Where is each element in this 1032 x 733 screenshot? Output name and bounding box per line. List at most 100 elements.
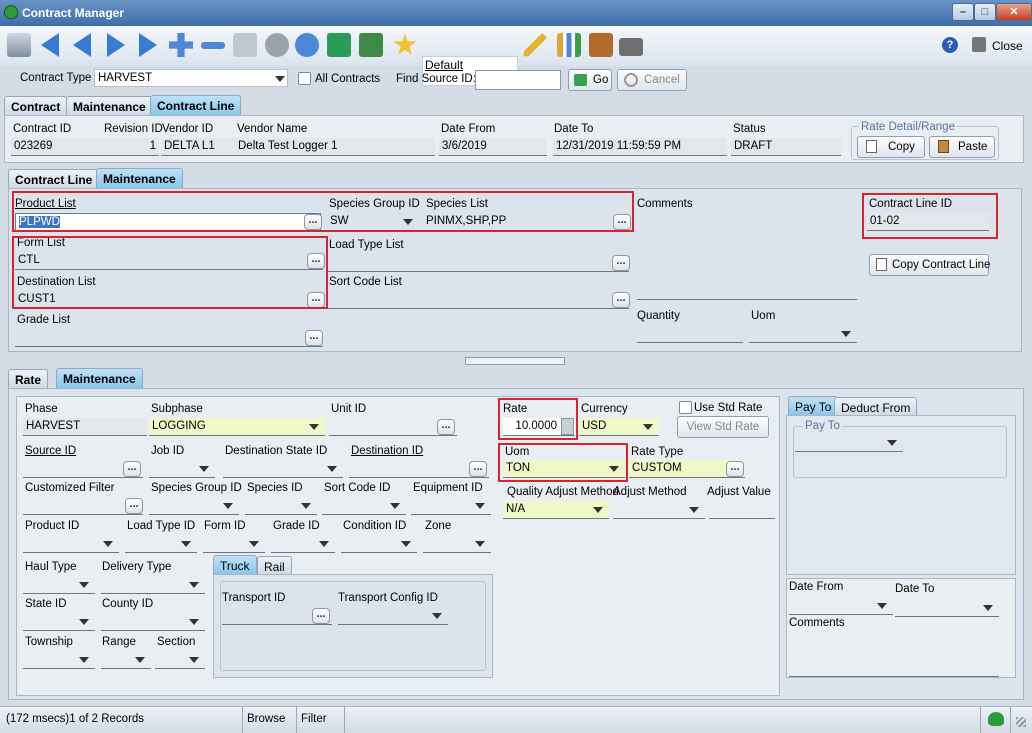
uom-select[interactable]: TON — [503, 460, 625, 478]
date-to-field[interactable]: 12/31/2019 11:59:59 PM — [553, 138, 727, 156]
tab-contract-line[interactable]: Contract Line — [150, 95, 242, 116]
rate-species-group-select[interactable] — [149, 497, 239, 515]
equipment-id-select[interactable] — [411, 497, 491, 515]
contract-id-field[interactable]: 023269 — [11, 138, 105, 156]
use-std-rate-checkbox[interactable] — [679, 401, 692, 414]
first-record-icon[interactable] — [36, 30, 66, 60]
adjust-value-field[interactable] — [709, 501, 775, 519]
close-window-button[interactable]: ✕ — [996, 3, 1032, 21]
line-uom-select[interactable] — [749, 325, 857, 343]
tab-maintenance[interactable]: Maintenance — [66, 96, 153, 116]
transport-id-ellipsis-button[interactable]: ... — [312, 608, 330, 624]
resize-grip-icon[interactable] — [1016, 717, 1026, 727]
pay-date-from-select[interactable] — [789, 597, 893, 615]
tab-rate-maintenance[interactable]: Maintenance — [56, 368, 143, 389]
camera-icon[interactable] — [616, 30, 646, 60]
dest-state-select[interactable] — [223, 460, 343, 478]
quantity-field[interactable] — [637, 325, 743, 343]
county-id-select[interactable] — [101, 613, 205, 631]
adjust-method-select[interactable] — [613, 501, 705, 519]
paste-button[interactable]: Paste — [929, 136, 995, 158]
destination-id-field[interactable] — [349, 460, 489, 478]
unit-id-ellipsis-button[interactable]: ... — [437, 419, 455, 435]
grade-list-field[interactable] — [15, 329, 323, 347]
pay-comments-field[interactable] — [789, 676, 999, 677]
report-chart-icon[interactable] — [554, 30, 584, 60]
date-from-field[interactable]: 3/6/2019 — [439, 138, 547, 156]
tab-contract[interactable]: Contract — [4, 96, 68, 116]
grade-list-ellipsis-button[interactable]: ... — [305, 330, 323, 346]
phase-field[interactable]: HARVEST — [23, 418, 147, 436]
view-std-rate-button[interactable]: View Std Rate — [677, 416, 769, 438]
contract-line-id-field[interactable]: 01-02 — [867, 213, 989, 231]
splitter-handle[interactable] — [465, 357, 565, 365]
next-record-icon[interactable] — [100, 30, 130, 60]
form-id-select[interactable] — [203, 535, 265, 553]
destination-list-ellipsis-button[interactable]: ... — [307, 292, 325, 308]
currency-select[interactable]: USD — [579, 418, 659, 436]
minimize-button[interactable]: – — [952, 3, 974, 21]
comments-underline[interactable] — [637, 299, 857, 300]
save-check-icon[interactable] — [230, 30, 260, 60]
maximize-button[interactable]: □ — [974, 3, 996, 21]
copy-button[interactable]: Copy — [857, 136, 925, 158]
haul-type-select[interactable] — [23, 576, 95, 594]
favorite-star-icon[interactable] — [390, 30, 420, 60]
species-list-field[interactable]: PINMX,SHP,PP — [423, 213, 631, 231]
quality-adjust-select[interactable]: N/A — [503, 501, 609, 519]
grade-id-select[interactable] — [271, 535, 335, 553]
go-button[interactable]: Go — [568, 69, 612, 91]
help-icon[interactable]: ? — [942, 37, 958, 53]
destination-id-ellipsis-button[interactable]: ... — [469, 461, 487, 477]
product-id-select[interactable] — [23, 535, 119, 553]
species-group-select[interactable]: SW — [327, 213, 419, 231]
sort-code-id-select[interactable] — [322, 497, 406, 515]
vendor-name-field[interactable]: Delta Test Logger 1 — [235, 138, 435, 156]
copy-contract-line-button[interactable]: Copy Contract Line — [869, 254, 990, 276]
vendor-id-field[interactable]: DELTA L1 — [161, 138, 235, 156]
product-list-field[interactable]: PLPWD — [15, 213, 321, 231]
find-source-input[interactable] — [475, 70, 561, 90]
pay-to-select[interactable] — [795, 434, 903, 452]
source-id-ellipsis-button[interactable]: ... — [123, 461, 141, 477]
subphase-select[interactable]: LOGGING — [149, 418, 325, 436]
tab-line-maintenance[interactable]: Maintenance — [96, 168, 183, 189]
job-id-select[interactable] — [149, 460, 215, 478]
sort-code-field[interactable] — [327, 291, 629, 309]
last-record-icon[interactable] — [132, 30, 162, 60]
species-list-ellipsis-button[interactable]: ... — [613, 214, 631, 230]
species-id-select[interactable] — [245, 497, 317, 515]
export-icon[interactable] — [324, 30, 354, 60]
transport-config-select[interactable] — [338, 607, 448, 625]
all-contracts-checkbox[interactable] — [298, 72, 311, 85]
load-type-ellipsis-button[interactable]: ... — [612, 255, 630, 271]
tab-truck[interactable]: Truck — [213, 555, 257, 575]
tab-deduct-from[interactable]: Deduct From — [834, 397, 918, 416]
destination-list-field[interactable]: CUST1 — [15, 291, 323, 309]
contract-type-select[interactable]: HARVEST — [94, 69, 288, 87]
exit-door-icon[interactable] — [972, 37, 986, 52]
close-label[interactable]: Close — [992, 39, 1023, 53]
range-select[interactable] — [101, 651, 151, 669]
add-record-icon[interactable] — [166, 30, 196, 60]
tab-pay-to[interactable]: Pay To — [788, 396, 839, 416]
section-select[interactable] — [155, 651, 205, 669]
delete-record-icon[interactable] — [198, 30, 228, 60]
refresh-icon[interactable] — [292, 30, 322, 60]
form-list-ellipsis-button[interactable]: ... — [307, 253, 325, 269]
state-id-select[interactable] — [23, 613, 95, 631]
tab-rail[interactable]: Rail — [257, 556, 292, 575]
product-list-ellipsis-button[interactable]: ... — [304, 214, 322, 230]
condition-id-select[interactable] — [341, 535, 417, 553]
zone-select[interactable] — [423, 535, 491, 553]
status-field[interactable]: DRAFT — [731, 138, 841, 156]
delivery-type-select[interactable] — [101, 576, 205, 594]
rate-spinner-icon[interactable] — [561, 418, 574, 435]
revision-id-field[interactable]: 1 — [103, 138, 159, 156]
load-type-field[interactable] — [327, 254, 629, 272]
briefcase-icon[interactable] — [586, 30, 616, 60]
pay-date-to-select[interactable] — [895, 599, 999, 617]
cancel-button[interactable]: Cancel — [617, 69, 687, 91]
previous-record-icon[interactable] — [68, 30, 98, 60]
custom-filter-ellipsis-button[interactable]: ... — [125, 498, 143, 514]
